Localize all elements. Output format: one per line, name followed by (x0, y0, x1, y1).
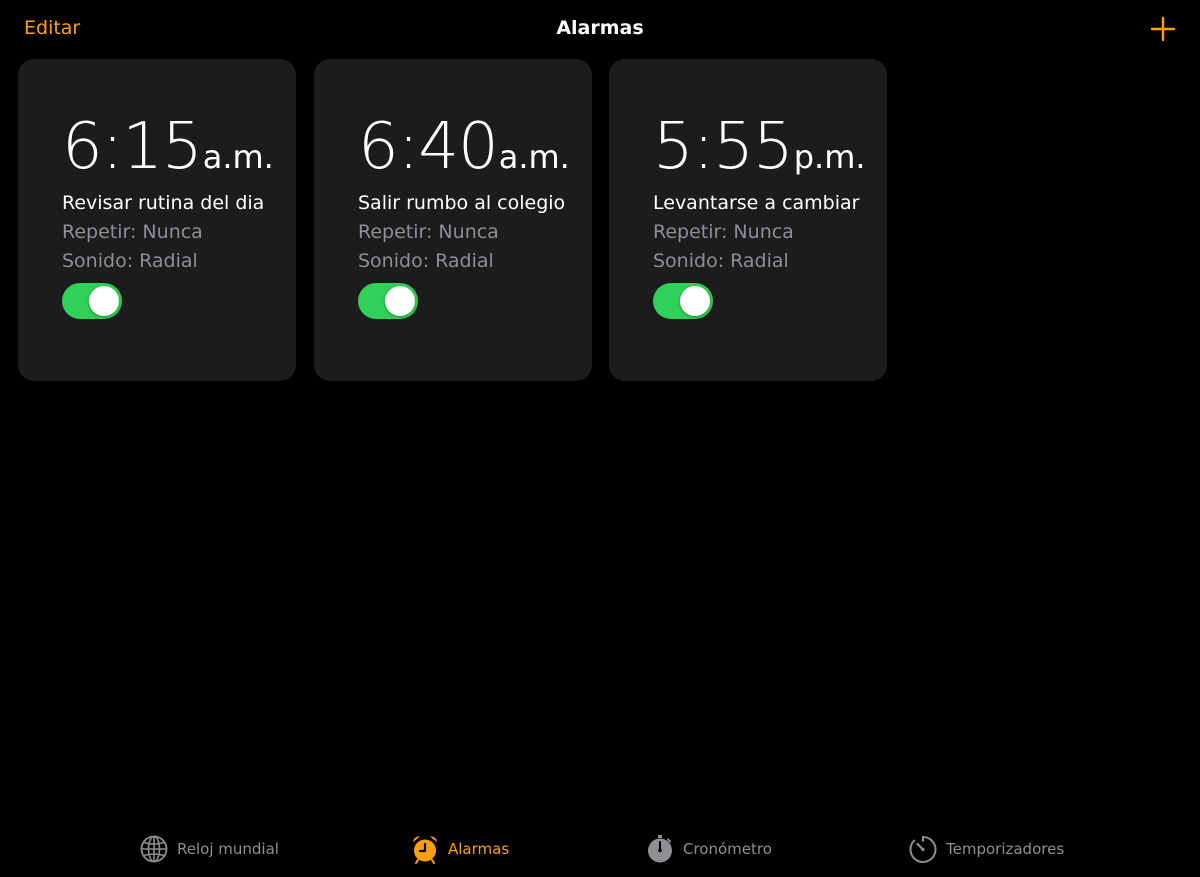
toggle-knob (385, 286, 415, 316)
tab-label: Temporizadores (946, 840, 1065, 858)
alarm-toggle[interactable] (358, 283, 418, 319)
stopwatch-icon (648, 835, 672, 863)
alarm-clock-time: 5:55 (653, 110, 794, 184)
alarm-repeat: Repetir: Nunca (358, 221, 499, 243)
alarm-time: 5:55p.m. (653, 115, 866, 179)
tab-bar: Reloj mundial Alarmas Cronómetro Tempori… (0, 820, 1200, 877)
alarm-clock-time: 6:40 (358, 110, 499, 184)
alarm-card[interactable]: 5:55p.m. Levantarse a cambiar Repetir: N… (609, 59, 887, 381)
alarm-period: a.m. (498, 138, 570, 176)
tab-label: Alarmas (448, 840, 510, 858)
globe-icon (140, 835, 168, 863)
alarm-period: a.m. (202, 138, 274, 176)
page-title: Alarmas (556, 17, 644, 39)
alarm-period: p.m. (793, 138, 866, 176)
add-alarm-button[interactable] (1150, 16, 1176, 42)
tab-timers[interactable]: Temporizadores (908, 832, 1064, 866)
alarm-sound: Sonido: Radial (358, 250, 494, 272)
alarm-toggle[interactable] (653, 283, 713, 319)
alarm-label: Salir rumbo al colegio (358, 192, 566, 214)
alarm-sound: Sonido: Radial (62, 250, 198, 272)
tab-label: Cronómetro (683, 840, 772, 858)
plus-icon (1150, 16, 1176, 42)
alarm-clock-icon (413, 836, 437, 864)
alarm-card[interactable]: 6:40a.m. Salir rumbo al colegio Repetir:… (314, 59, 592, 381)
alarm-clock-time: 6:15 (62, 110, 203, 184)
alarm-card[interactable]: 6:15a.m. Revisar rutina del dia Repetir:… (18, 59, 296, 381)
timer-icon (909, 836, 937, 863)
navigation-bar: Editar Alarmas (0, 0, 1200, 58)
tab-stopwatch[interactable]: Cronómetro (645, 832, 772, 866)
alarm-time: 6:15a.m. (62, 115, 274, 179)
alarm-repeat: Repetir: Nunca (653, 221, 794, 243)
toggle-knob (680, 286, 710, 316)
alarm-sound: Sonido: Radial (653, 250, 789, 272)
toggle-knob (89, 286, 119, 316)
alarm-label: Revisar rutina del dia (62, 192, 265, 214)
tab-world-clock[interactable]: Reloj mundial (139, 832, 279, 866)
alarm-toggle[interactable] (62, 283, 122, 319)
tab-alarms[interactable]: Alarmas (410, 832, 509, 866)
tab-label: Reloj mundial (177, 840, 279, 858)
alarm-time: 6:40a.m. (358, 115, 570, 179)
alarm-label: Levantarse a cambiar (653, 192, 860, 214)
alarm-repeat: Repetir: Nunca (62, 221, 203, 243)
